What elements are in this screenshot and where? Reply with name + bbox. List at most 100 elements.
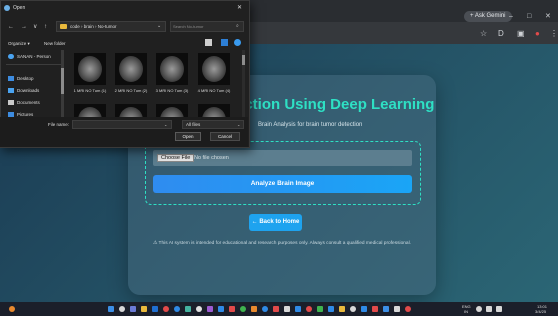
file-name-input[interactable] [72,120,172,129]
download-icon [8,88,14,93]
open-button[interactable]: Open [175,132,201,141]
profile-avatar-icon[interactable]: ● [535,29,540,38]
app-icon[interactable] [350,306,356,312]
up-folder-icon[interactable]: ↑ [44,23,47,31]
chevron-down-icon[interactable]: ⌄ [237,121,240,128]
analyze-button[interactable]: Analyze Brain Image [153,175,412,193]
app-icon[interactable] [251,306,257,312]
file-thumbnail[interactable] [74,53,106,85]
mri-image [78,56,102,82]
app-icon[interactable] [405,306,411,312]
recent-locations-icon[interactable]: ∨ [33,23,37,31]
minimize-button[interactable]: – [509,12,513,21]
mri-image [202,56,226,82]
back-arrow-icon[interactable]: ← [8,23,14,31]
mri-image [160,56,184,82]
volume-icon[interactable] [486,306,492,312]
breadcrumb[interactable]: code › brain › No-tumor [70,23,117,30]
app-icon[interactable] [328,306,334,312]
sidebar-scrollbar-thumb[interactable] [61,68,64,94]
dialog-titlebar[interactable] [0,0,248,18]
sidebar-item-downloads[interactable]: Downloads [8,87,39,94]
ask-gemini-button[interactable]: + Ask Gemini [464,11,512,22]
sidebar-toggle-icon[interactable]: ▣ [517,29,525,38]
app-icon[interactable] [240,306,246,312]
file-name-label[interactable]: 4 MRI NO Tum (4) [194,88,234,93]
wifi-icon[interactable] [476,306,482,312]
file-type-value: All files [186,122,201,127]
file-thumbnail[interactable] [115,104,147,133]
start-icon[interactable] [108,306,114,312]
chevron-down-icon[interactable]: ⌄ [164,121,167,128]
file-thumbnail[interactable] [198,104,230,133]
back-to-home-button[interactable]: ← Back to Home [249,214,302,231]
new-folder-button[interactable]: New folder [44,40,66,47]
chrome-icon[interactable] [196,306,202,312]
address-dropdown-icon[interactable]: ⌄ [157,23,161,30]
dialog-title: Open [13,5,26,11]
task-view-icon[interactable] [130,306,136,312]
app-icon[interactable] [262,306,268,312]
bookmark-star-icon[interactable]: ☆ [480,29,487,38]
browser-icon[interactable] [163,306,169,312]
sidebar-item-onedrive[interactable]: SANAN - Person [8,53,51,60]
search-icon: ⌕ [236,23,239,29]
file-thumbnail[interactable] [74,104,106,133]
mri-image [119,56,143,82]
taskbar [0,302,558,316]
app-icon[interactable] [394,306,400,312]
app-icon[interactable] [361,306,367,312]
page-subtitle: Brain Analysis for brain tumor detection [258,122,363,128]
dialog-close-icon[interactable]: ✕ [237,4,242,12]
weather-icon[interactable] [9,306,15,312]
browser-menu-icon[interactable]: ⋮ [550,29,558,38]
page-title: ection Using Deep Learning [236,96,435,113]
app-icon[interactable] [372,306,378,312]
file-name-field-label: File name: [48,122,70,127]
close-window-button[interactable]: ✕ [545,12,551,21]
file-name-label[interactable]: 2 MRI NO Tum (2) [111,88,151,93]
sidebar-divider [6,64,62,65]
app-icon[interactable] [284,306,290,312]
preview-pane-icon[interactable] [221,39,228,46]
mail-icon[interactable] [152,306,158,312]
cancel-button[interactable]: Cancel [210,132,240,141]
sidebar-item-desktop[interactable]: Desktop [8,75,34,82]
organize-menu[interactable]: Organize ▾ [8,40,30,47]
app-icon[interactable] [317,306,323,312]
sidebar-label: Documents [17,100,40,105]
edge-icon[interactable] [174,306,180,312]
app-icon[interactable] [218,306,224,312]
file-explorer-icon[interactable] [141,306,147,312]
file-thumbnail[interactable] [115,53,147,85]
battery-icon[interactable] [496,306,502,312]
clock-date[interactable]: 3/4/25 [535,309,546,314]
sidebar-label: Desktop [17,76,34,81]
cloud-icon [8,54,14,59]
forward-arrow-icon[interactable]: → [21,23,27,31]
sidebar-item-documents[interactable]: Documents [8,99,40,106]
extension-icon[interactable]: D [498,29,504,38]
store-icon[interactable] [185,306,191,312]
choose-file-button[interactable]: Choose File [157,154,195,162]
maximize-button[interactable]: □ [527,12,531,21]
help-icon[interactable] [234,39,241,46]
file-name-label[interactable]: 1 MRI NO Tum (1) [70,88,110,93]
search-icon[interactable] [119,306,125,312]
app-icon[interactable] [339,306,345,312]
file-thumbnail[interactable] [198,53,230,85]
vscode-icon[interactable] [295,306,301,312]
disclaimer-text: ⚠ This AI system is intended for educati… [153,241,411,246]
files-scrollbar-thumb[interactable] [242,55,245,65]
app-icon[interactable] [229,306,235,312]
file-thumbnail[interactable] [156,104,188,133]
app-icon[interactable] [273,306,279,312]
tray-region[interactable]: IN [464,309,468,314]
app-icon[interactable] [207,306,213,312]
file-name-label[interactable]: 3 MRI NO Tum (3) [152,88,192,93]
file-thumbnail[interactable] [156,53,188,85]
app-icon[interactable] [306,306,312,312]
search-placeholder: Search No-tumor [173,24,204,29]
app-icon[interactable] [383,306,389,312]
view-options-icon[interactable] [205,39,212,46]
